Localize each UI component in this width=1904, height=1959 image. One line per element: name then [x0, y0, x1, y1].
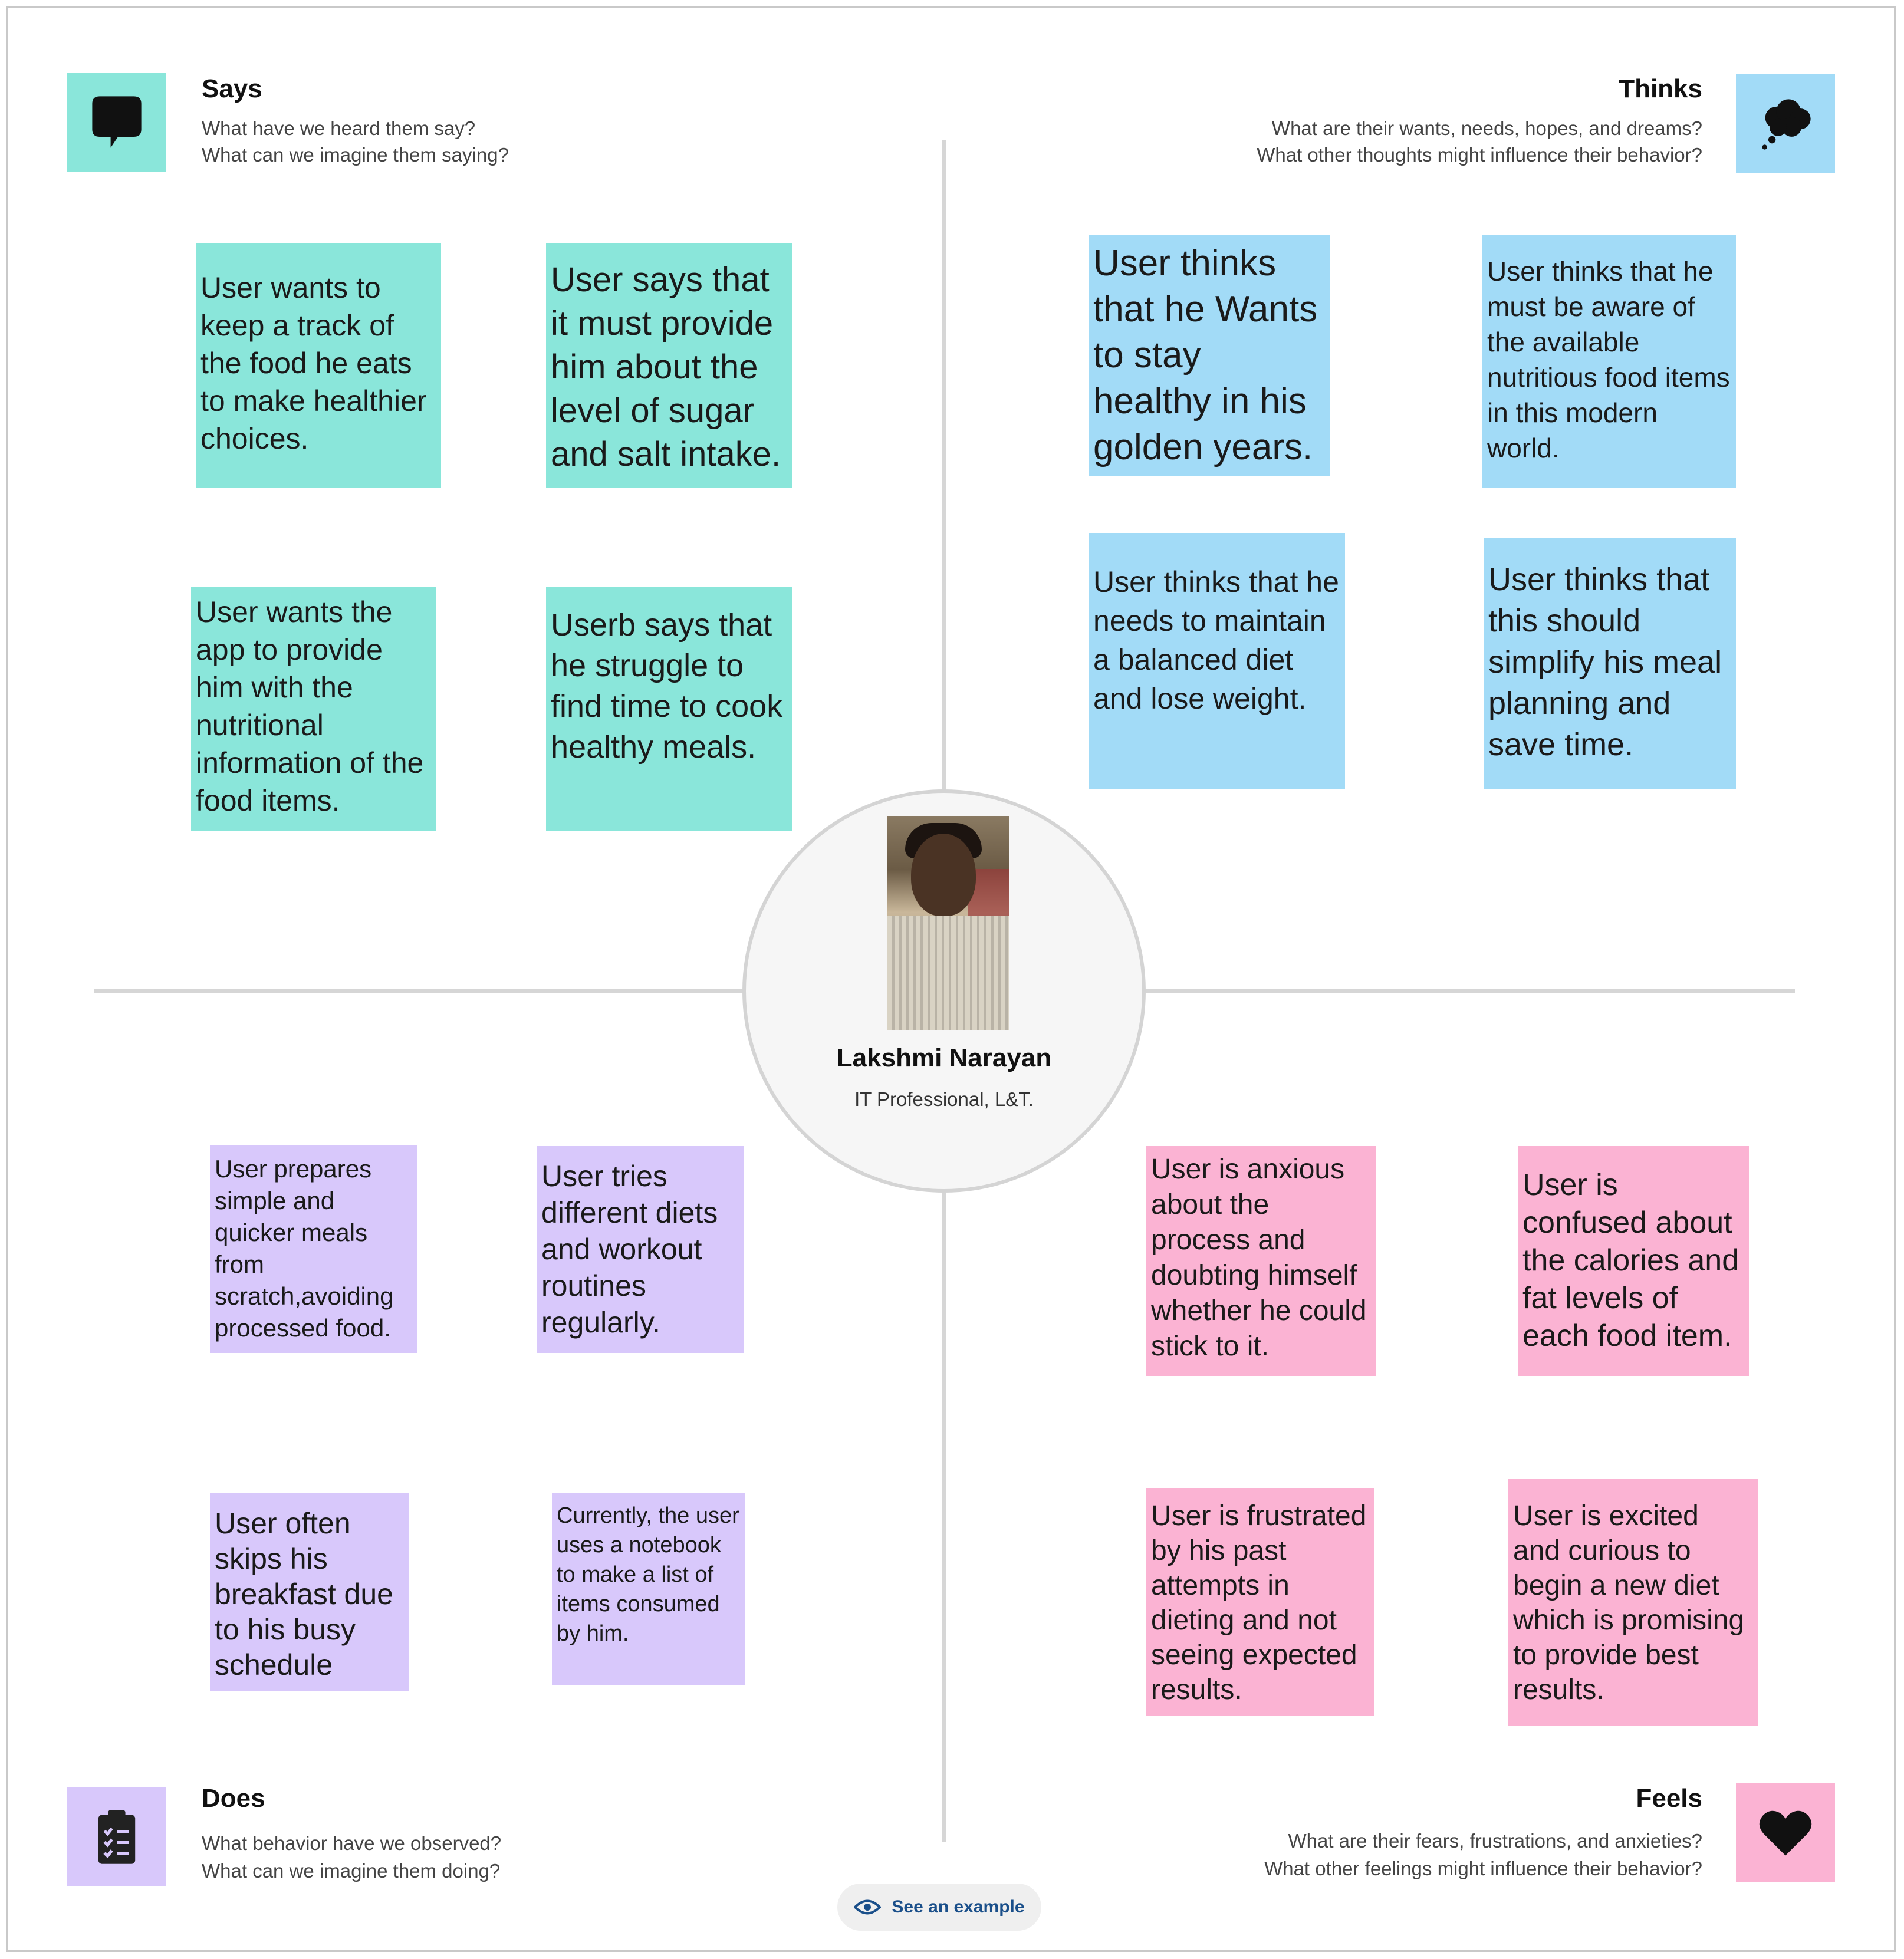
feels-note-1[interactable]: User is anxious about the process and do…	[1146, 1146, 1376, 1376]
does-note-4[interactable]: Currently, the user uses a notebook to m…	[552, 1493, 745, 1685]
horizontal-axis-left	[94, 989, 744, 993]
persona-photo	[887, 816, 1009, 1030]
thinks-note-4[interactable]: User thinks that this should simplify hi…	[1484, 538, 1736, 789]
feels-note-2[interactable]: User is confused about the calories and …	[1518, 1146, 1749, 1376]
does-prompt-1: What behavior have we observed?	[202, 1832, 502, 1854]
does-title: Does	[202, 1784, 265, 1813]
feels-prompt-2: What other feelings might influence thei…	[1264, 1858, 1702, 1879]
see-example-button[interactable]: See an example	[837, 1884, 1041, 1931]
see-example-label: See an example	[892, 1897, 1025, 1917]
says-note-1[interactable]: User wants to keep a track of the food h…	[196, 243, 441, 488]
says-note-3[interactable]: User wants the app to provide him with t…	[191, 587, 436, 831]
speech-bubble-icon	[92, 96, 142, 148]
feels-note-3[interactable]: User is frustrated by his past attempts …	[1146, 1488, 1374, 1716]
eye-icon	[854, 1899, 882, 1915]
says-prompt-1: What have we heard them say?	[202, 117, 476, 139]
feels-prompt-1: What are their fears, frustrations, and …	[1288, 1830, 1702, 1852]
does-note-2[interactable]: User tries different diets and workout r…	[537, 1146, 744, 1353]
feels-note-4[interactable]: User is excited and curious to begin a n…	[1508, 1479, 1758, 1726]
does-note-3[interactable]: User often skips his breakfast due to hi…	[210, 1493, 409, 1691]
does-prompt-2: What can we imagine them doing?	[202, 1860, 501, 1882]
horizontal-axis-right	[1145, 989, 1795, 993]
thinks-note-2[interactable]: User thinks that he must be aware of the…	[1482, 235, 1736, 488]
persona-role: IT Professional, L&T.	[854, 1088, 1034, 1110]
thinks-note-3[interactable]: User thinks that he needs to maintain a …	[1089, 533, 1345, 789]
thinks-prompt-2: What other thoughts might influence thei…	[1257, 144, 1702, 166]
persona-name: Lakshmi Narayan	[836, 1043, 1052, 1072]
thinks-title: Thinks	[1619, 74, 1702, 103]
says-icon-tile	[67, 73, 166, 172]
heart-icon	[1759, 1810, 1812, 1856]
says-note-4[interactable]: Userb says that he struggle to find time…	[546, 587, 792, 831]
does-note-1[interactable]: User prepares simple and quicker meals f…	[210, 1145, 417, 1353]
does-icon-tile	[67, 1787, 166, 1886]
says-note-2[interactable]: User says that it must provide him about…	[546, 243, 792, 488]
says-title: Says	[202, 74, 262, 103]
vertical-axis-top	[942, 140, 946, 791]
thought-cloud-icon	[1762, 99, 1811, 150]
feels-title: Feels	[1636, 1784, 1702, 1813]
vertical-axis-bottom	[942, 1191, 946, 1842]
thinks-icon-tile	[1736, 74, 1835, 173]
says-prompt-2: What can we imagine them saying?	[202, 144, 509, 166]
clipboard-icon	[98, 1810, 136, 1864]
thinks-note-1[interactable]: User thinks that he Wants to stay health…	[1089, 235, 1330, 476]
feels-icon-tile	[1736, 1783, 1835, 1882]
thinks-prompt-1: What are their wants, needs, hopes, and …	[1271, 117, 1702, 139]
